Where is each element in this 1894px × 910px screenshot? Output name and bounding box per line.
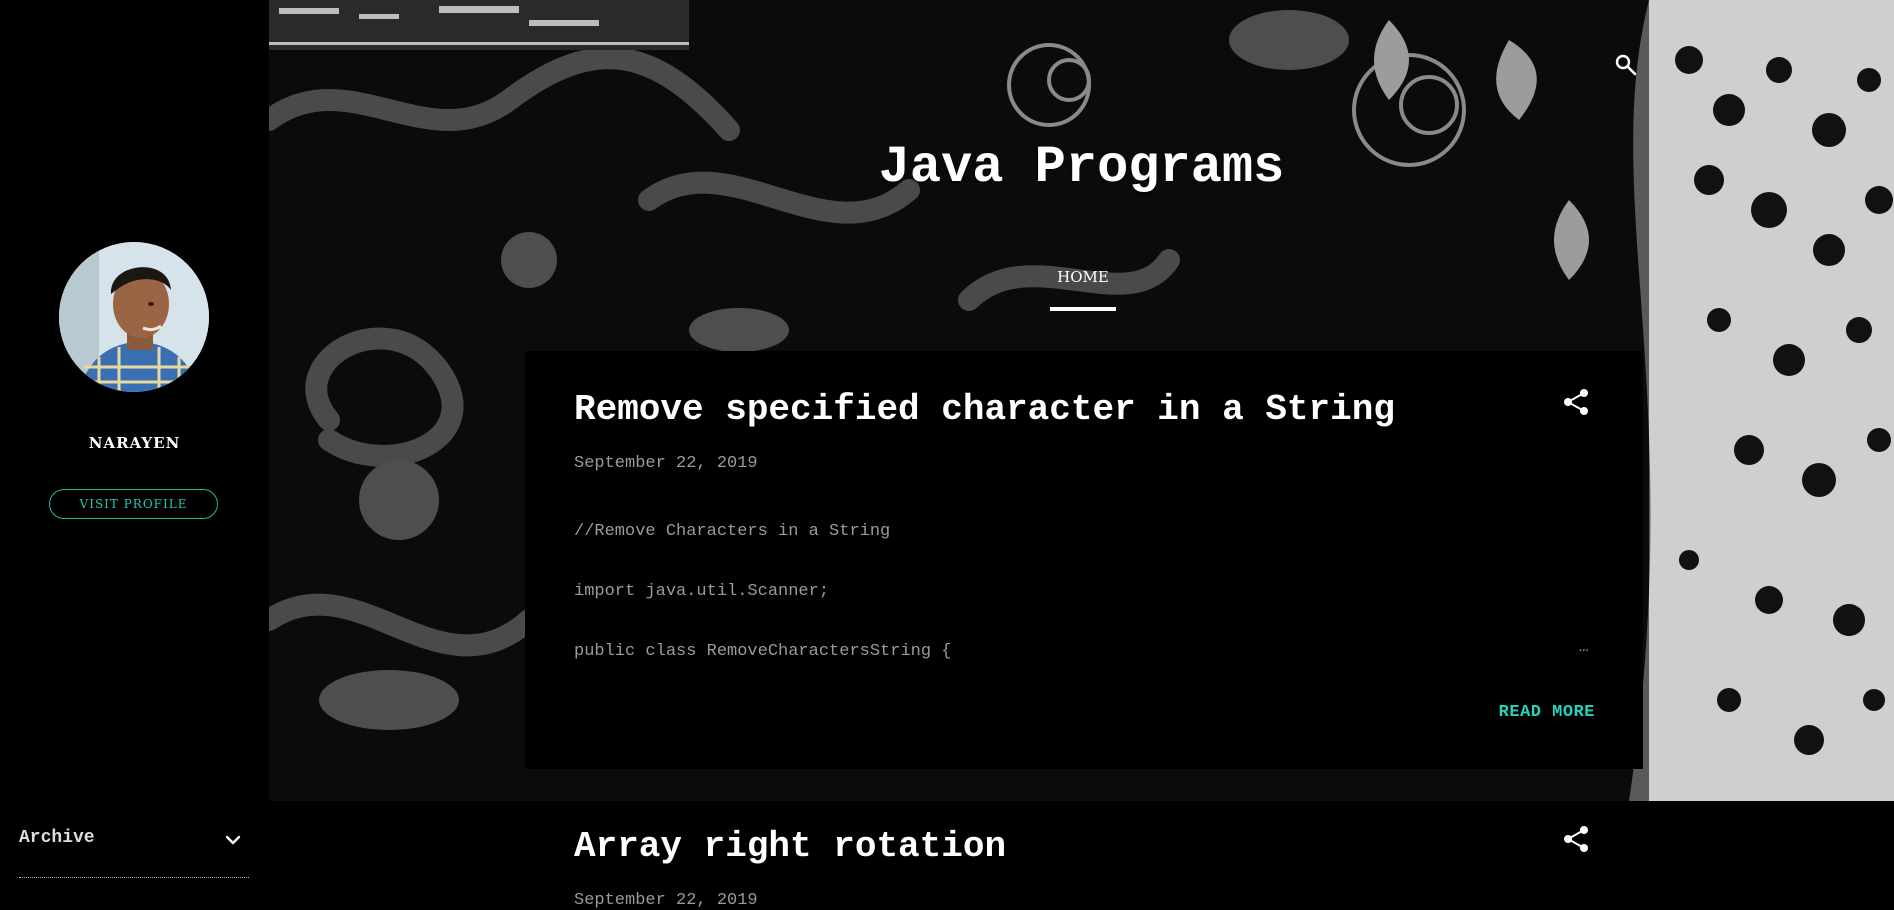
- snippet-ellipsis: …: [1579, 638, 1589, 656]
- post-title[interactable]: Array right rotation: [574, 826, 1006, 867]
- post-title[interactable]: Remove specified character in a String: [574, 389, 1395, 430]
- nav-home-link[interactable]: HOME: [1050, 268, 1116, 286]
- post-card: Array right rotation September 22, 2019: [525, 801, 1643, 910]
- post-snippet-line: //Remove Characters in a String: [574, 522, 891, 541]
- post-card: Remove specified character in a String S…: [525, 351, 1643, 769]
- archive-widget[interactable]: Archive: [19, 826, 249, 878]
- archive-label: Archive: [19, 828, 95, 848]
- share-icon[interactable]: [1562, 825, 1590, 853]
- avatar-image: [59, 242, 209, 392]
- search-icon[interactable]: [1614, 53, 1638, 77]
- read-more-link[interactable]: READ MORE: [1491, 703, 1595, 722]
- sidebar: NARAYEN VISIT PROFILE Archive: [0, 0, 269, 901]
- visit-profile-button[interactable]: VISIT PROFILE: [49, 489, 218, 519]
- post-snippet-line: public class RemoveCharactersString {: [574, 642, 952, 661]
- post-snippet-line: import java.util.Scanner;: [574, 582, 830, 601]
- chevron-down-icon[interactable]: [225, 832, 241, 848]
- nav-active-indicator: [1050, 307, 1116, 311]
- avatar[interactable]: [59, 242, 209, 392]
- blog-title[interactable]: Java Programs: [269, 138, 1894, 197]
- post-date[interactable]: September 22, 2019: [574, 454, 758, 473]
- profile-name: NARAYEN: [88, 434, 181, 452]
- share-icon[interactable]: [1562, 388, 1590, 416]
